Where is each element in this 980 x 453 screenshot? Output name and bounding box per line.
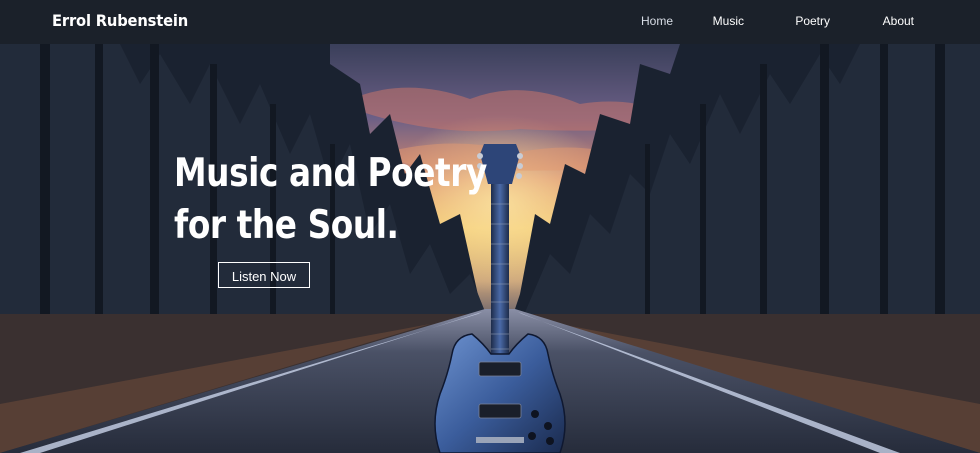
hero-background-image bbox=[0, 44, 980, 453]
site-header: Errol Rubenstein Home Music Poetry About bbox=[0, 0, 980, 44]
nav-poetry-link[interactable]: Poetry bbox=[795, 14, 830, 28]
site-title[interactable]: Errol Rubenstein bbox=[52, 11, 188, 30]
nav-home-link[interactable]: Home bbox=[641, 14, 673, 28]
page: Errol Rubenstein Home Music Poetry About bbox=[0, 0, 980, 453]
hero-headline: Music and Poetry for the Soul. bbox=[174, 148, 487, 252]
hero-headline-line-1: Music and Poetry bbox=[174, 151, 487, 196]
hero-headline-line-2: for the Soul. bbox=[174, 203, 399, 248]
hero-section: Music and Poetry for the Soul. Listen No… bbox=[0, 44, 980, 453]
nav-music-link[interactable]: Music bbox=[713, 14, 744, 28]
listen-now-button[interactable]: Listen Now bbox=[218, 262, 310, 288]
nav-about-link[interactable]: About bbox=[883, 14, 914, 28]
